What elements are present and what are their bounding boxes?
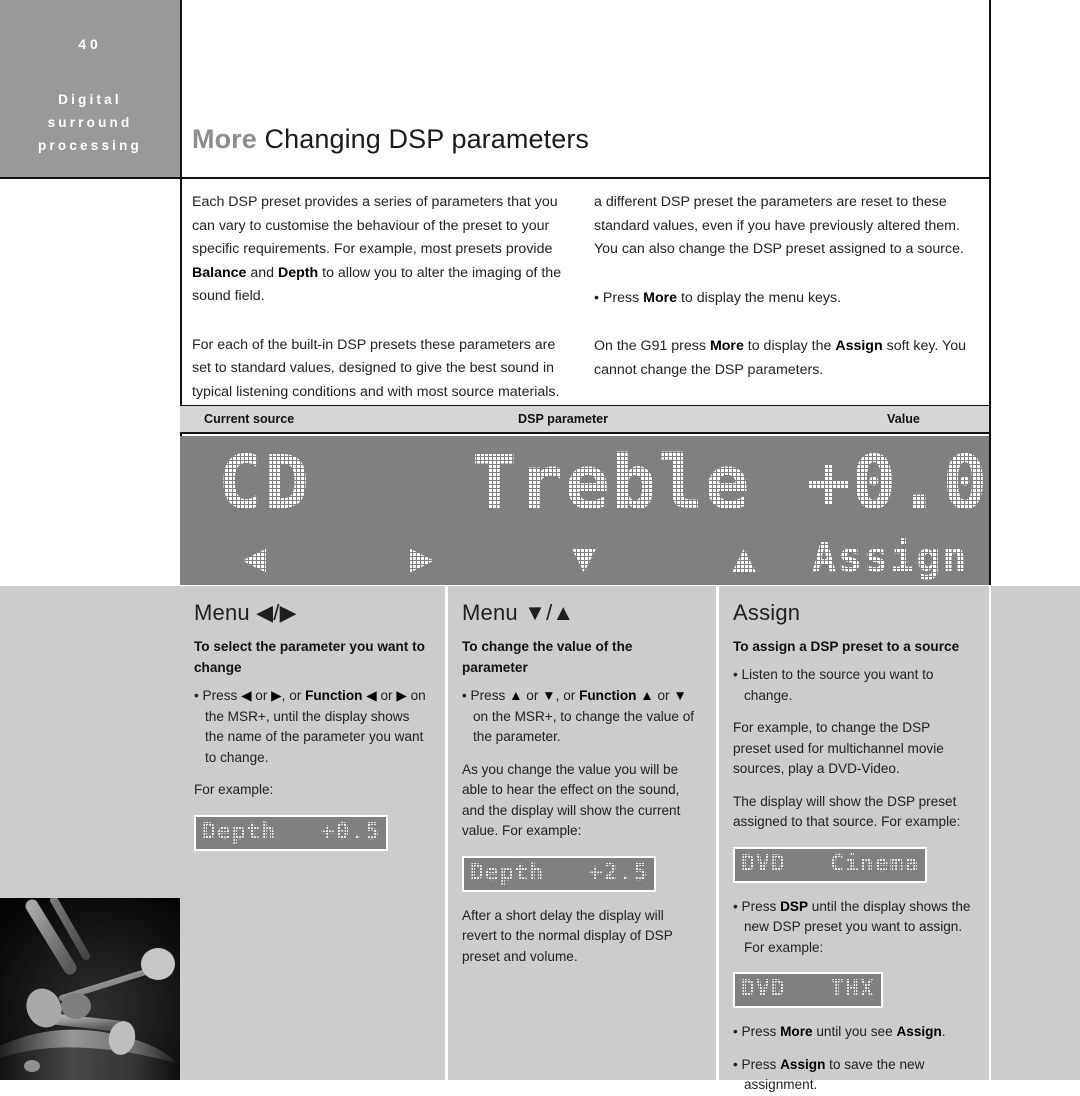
page-title-accent: More	[192, 124, 257, 154]
soft-key-down-arrow-icon[interactable]: ▼	[572, 532, 596, 584]
lcd-chip: DVD THX	[733, 972, 883, 1008]
instruction-bullet: • Listen to the source you want to chang…	[733, 667, 934, 703]
drum-photo	[0, 898, 180, 1080]
lcd-source-text: CD	[218, 440, 312, 526]
instruction-paragraph: After a short delay the display will rev…	[462, 907, 673, 964]
instruction-bullet: • Press ▲ or ▼, or Function ▲ or ▼ on th…	[462, 688, 695, 744]
instruction-columns: Menu ◀/▶ To select the parameter you wan…	[180, 586, 989, 1092]
intro-paragraph: Each DSP preset provides a series of par…	[192, 194, 562, 304]
lcd-parameter-text: Treble	[472, 440, 752, 526]
column-subheading: To select the parameter you want to chan…	[194, 639, 425, 675]
page-title-rest: Changing DSP parameters	[256, 124, 590, 154]
soft-key-right-arrow-icon[interactable]: ▶	[410, 532, 434, 584]
instruction-paragraph: For example:	[194, 782, 274, 797]
bottom-vertical-divider	[989, 586, 991, 1080]
column-header-current-source: Current source	[204, 412, 295, 426]
instruction-bullet: • Press More until you see Assign.	[733, 1024, 946, 1039]
intro-text: Each DSP preset provides a series of par…	[192, 191, 978, 423]
section-label: Digital surround processing	[0, 88, 180, 157]
section-line-3: processing	[37, 138, 143, 153]
page-number: 40	[78, 36, 102, 52]
soft-key-up-arrow-icon[interactable]: ▲	[732, 532, 756, 584]
left-white-margin	[0, 179, 180, 585]
section-line-1: Digital	[58, 92, 122, 107]
manual-page: 40 Digital surround processing More Chan…	[0, 0, 1080, 1092]
column-heading: Menu ◀/▶	[194, 600, 297, 625]
instruction-paragraph: For example, to change the DSP preset us…	[733, 720, 944, 776]
column-subheading: To assign a DSP preset to a source	[733, 639, 960, 654]
left-grey-panel	[0, 586, 180, 898]
instruction-column-assign: Assign To assign a DSP preset to a sourc…	[719, 586, 989, 1092]
instruction-paragraph: As you change the value you will be able…	[462, 761, 681, 839]
lcd-chip: Depth +2.5	[462, 855, 657, 892]
right-grey-panel	[991, 586, 1080, 1080]
lcd-chip-dot-overlay	[464, 857, 655, 890]
instruction-bullet: • Press DSP until the display shows the …	[733, 898, 971, 955]
intro-paragraph: On the G91 press More to display the Ass…	[594, 338, 966, 378]
intro-paragraph: a different DSP preset the parameters ar…	[594, 194, 964, 257]
lcd-value-text: +0.0	[806, 440, 989, 526]
table-header-row: Current source DSP parameter Value	[180, 405, 989, 434]
intro-column-right: a different DSP preset the parameters ar…	[594, 191, 976, 398]
section-line-2: surround	[47, 115, 133, 130]
soft-key-assign[interactable]: Assign	[812, 532, 969, 584]
intro-bullet: • Press More to display the menu keys.	[594, 289, 842, 306]
lcd-soft-key-row: ◀ ▶ ▼ ▲ Assign	[180, 532, 989, 584]
lcd-chip: Depth +0.5	[194, 814, 389, 851]
lcd-display: CD Treble +0.0 ◀ ▶ ▼ ▲ Assign	[180, 436, 989, 585]
lcd-chip-dot-overlay	[735, 848, 926, 881]
header-rule	[180, 177, 989, 179]
instruction-paragraph: The display will show the DSP preset ass…	[733, 793, 961, 830]
lcd-chip: DVD Cinema	[733, 846, 928, 883]
instruction-bullet: • Press Assign to save the new assignmen…	[733, 1056, 925, 1093]
column-header-value: Value	[887, 412, 920, 426]
column-heading: Menu ▼/▲	[462, 600, 575, 625]
drum-photo-image	[0, 898, 180, 1080]
column-header-dsp-parameter: DSP parameter	[518, 412, 609, 426]
page-title: More Changing DSP parameters	[192, 124, 589, 155]
column-body: • Listen to the source you want to chang…	[733, 665, 971, 1096]
right-white-margin	[991, 0, 1080, 585]
header-rule-left	[0, 177, 180, 179]
instruction-column-menu-lr: Menu ◀/▶ To select the parameter you wan…	[180, 586, 445, 1080]
column-heading: Assign	[733, 600, 801, 625]
lcd-chip-dot-overlay	[735, 974, 881, 1006]
lcd-chip-dot-overlay	[196, 816, 387, 849]
soft-key-left-arrow-icon[interactable]: ◀	[242, 532, 266, 584]
instruction-bullet: • Press ◀ or ▶, or Function ◀ or ▶ on th…	[194, 688, 426, 765]
column-body: • Press ◀ or ▶, or Function ◀ or ▶ on th…	[194, 686, 427, 865]
sidebar: 40 Digital surround processing	[0, 0, 180, 179]
instruction-column-menu-ud: Menu ▼/▲ To change the value of the para…	[448, 586, 716, 1080]
column-subheading: To change the value of the parameter	[462, 639, 633, 675]
column-body: • Press ▲ or ▼, or Function ▲ or ▼ on th…	[462, 686, 698, 967]
